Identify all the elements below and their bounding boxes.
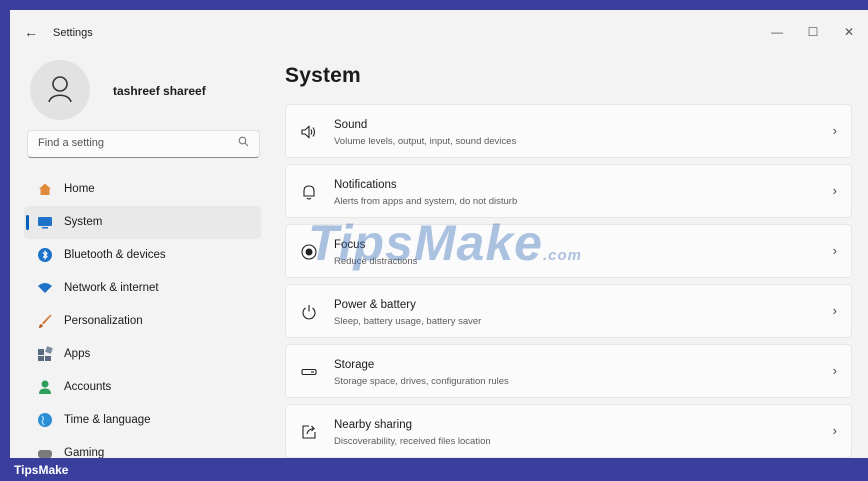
sidebar-item-time-language[interactable]: Time & language [24, 404, 261, 437]
sidebar-item-gaming[interactable]: Gaming [24, 437, 261, 458]
brush-icon [37, 313, 53, 329]
chevron-right-icon: › [832, 363, 837, 378]
storage-icon [300, 363, 318, 381]
sidebar-item-label: Bluetooth & devices [64, 249, 166, 261]
chevron-right-icon: › [832, 243, 837, 258]
app-title: Settings [53, 27, 93, 39]
sidebar-item-label: Personalization [64, 315, 143, 327]
selection-indicator [26, 215, 29, 230]
power-icon [300, 303, 318, 321]
user-name: tashreef shareef [113, 84, 206, 98]
watermark-text: TipsMake [308, 215, 543, 271]
sidebar-item-label: Gaming [64, 447, 105, 458]
sidebar-item-label: Home [64, 183, 95, 195]
card-subtitle: Discoverability, received files location [334, 436, 491, 447]
gaming-icon [37, 445, 53, 458]
card-title: Nearby sharing [334, 419, 412, 431]
search-box[interactable] [27, 130, 260, 158]
sidebar-nav: Home System Bluetooth & devices Network … [24, 173, 261, 458]
bell-icon [300, 183, 318, 201]
search-icon [238, 136, 249, 150]
monitor-icon [37, 214, 53, 230]
watermark: TipsMake.com [308, 214, 582, 272]
watermark-suffix: .com [542, 247, 582, 264]
speaker-icon [300, 123, 318, 141]
sound-card[interactable]: Sound Volume levels, output, input, soun… [285, 104, 852, 158]
user-avatar-icon [48, 76, 72, 103]
title-bar: ← Settings — ☐ ✕ [10, 10, 868, 54]
nearby-sharing-card[interactable]: Nearby sharing Discoverability, received… [285, 404, 852, 458]
settings-cards: Sound Volume levels, output, input, soun… [285, 104, 852, 458]
card-subtitle: Volume levels, output, input, sound devi… [334, 136, 517, 147]
close-button[interactable]: ✕ [830, 19, 868, 45]
sidebar-item-label: Network & internet [64, 282, 159, 294]
share-icon [300, 423, 318, 441]
card-title: Power & battery [334, 299, 416, 311]
chevron-right-icon: › [832, 123, 837, 138]
sidebar-item-system[interactable]: System [24, 206, 261, 239]
search-input[interactable] [38, 137, 228, 149]
accounts-icon [37, 379, 53, 395]
card-subtitle: Alerts from apps and system, do not dist… [334, 196, 518, 207]
chevron-right-icon: › [832, 423, 837, 438]
sidebar-item-bluetooth[interactable]: Bluetooth & devices [24, 239, 261, 272]
back-button[interactable]: ← [24, 24, 38, 40]
sidebar-item-network[interactable]: Network & internet [24, 272, 261, 305]
sidebar-item-home[interactable]: Home [24, 173, 261, 206]
home-icon [37, 181, 53, 197]
notifications-card[interactable]: Notifications Alerts from apps and syste… [285, 164, 852, 218]
card-title: Sound [334, 119, 368, 131]
page-title: System [285, 64, 361, 87]
apps-icon [37, 346, 53, 362]
footer-brand: TipsMake [14, 463, 69, 477]
maximize-button[interactable]: ☐ [794, 19, 832, 45]
sidebar-item-label: Apps [64, 348, 91, 360]
card-subtitle: Storage space, drives, configuration rul… [334, 376, 509, 387]
sidebar-item-label: System [64, 216, 103, 228]
card-title: Notifications [334, 179, 397, 191]
wifi-icon [37, 280, 53, 296]
card-subtitle: Sleep, battery usage, battery saver [334, 316, 482, 327]
bluetooth-icon [37, 247, 53, 263]
sidebar-item-label: Accounts [64, 381, 112, 393]
globe-icon [37, 412, 53, 428]
sidebar-item-label: Time & language [64, 414, 151, 426]
power-battery-card[interactable]: Power & battery Sleep, battery usage, ba… [285, 284, 852, 338]
card-title: Storage [334, 359, 375, 371]
avatar[interactable] [30, 60, 90, 120]
settings-window: ← Settings — ☐ ✕ tashreef shareef Home [10, 10, 868, 458]
sidebar-item-personalization[interactable]: Personalization [24, 305, 261, 338]
chevron-right-icon: › [832, 303, 837, 318]
sidebar-item-accounts[interactable]: Accounts [24, 371, 261, 404]
sidebar-item-apps[interactable]: Apps [24, 338, 261, 371]
storage-card[interactable]: Storage Storage space, drives, configura… [285, 344, 852, 398]
minimize-button[interactable]: — [758, 19, 796, 45]
chevron-right-icon: › [832, 183, 837, 198]
footer-bar: TipsMake [0, 458, 868, 481]
